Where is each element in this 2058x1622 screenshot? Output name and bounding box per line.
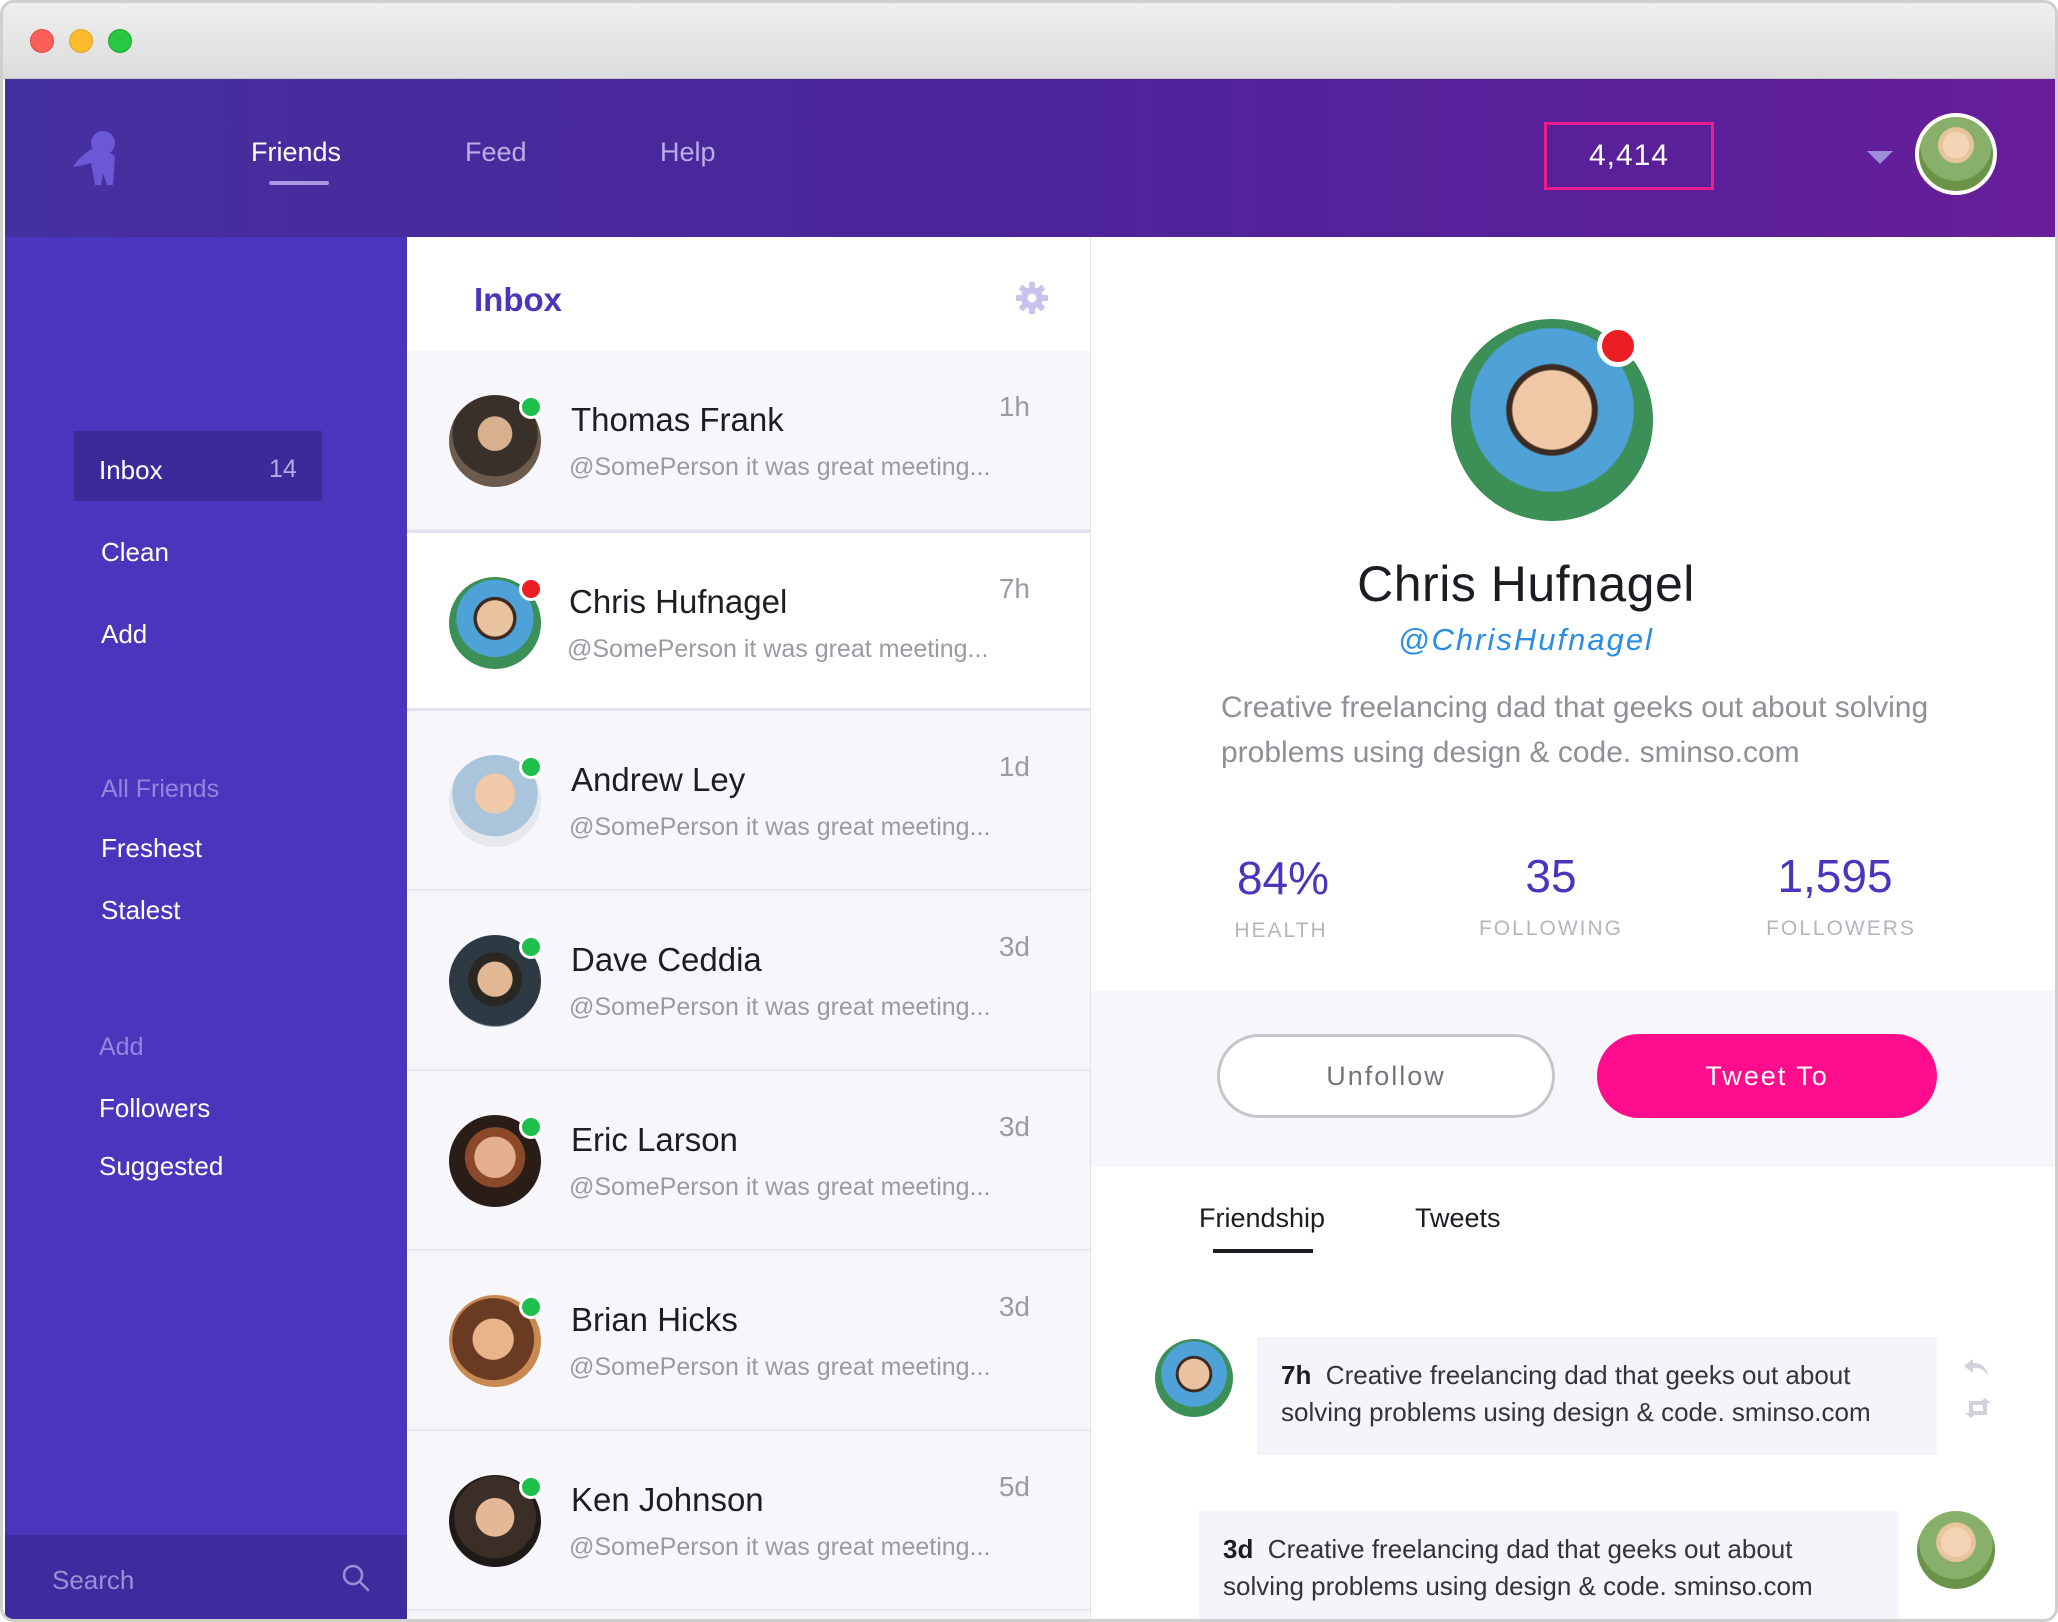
- tweet-to-button[interactable]: Tweet To: [1597, 1034, 1937, 1118]
- sidebar-item-followers[interactable]: Followers: [99, 1093, 210, 1124]
- message-time: 1d: [998, 751, 1030, 782]
- message-preview: @SomePerson it was great meeting...: [569, 1353, 991, 1381]
- feed-item: 3d Creative freelancing dad that geeks o…: [1199, 1511, 1899, 1619]
- feed-item-time: 7h: [1281, 1360, 1312, 1390]
- inbox-header: Inbox: [407, 237, 1090, 351]
- contact-name: Eric Larson: [571, 1121, 738, 1158]
- nav-friends[interactable]: Friends: [251, 137, 341, 168]
- online-status-dot: [519, 755, 543, 779]
- inbox-row-dave-ceddia[interactable]: Dave Ceddia @SomePerson it was great mee…: [407, 891, 1090, 1071]
- contact-name: Brian Hicks: [571, 1301, 738, 1338]
- inbox-row-ken-johnson[interactable]: Ken Johnson @SomePerson it was great mee…: [407, 1431, 1090, 1611]
- message-time: 7h: [998, 573, 1030, 604]
- message-time: 3d: [998, 1111, 1030, 1142]
- stat-following-value: 35: [1525, 850, 1577, 902]
- nav-active-indicator: [269, 181, 329, 185]
- chevron-down-icon[interactable]: [1867, 151, 1893, 164]
- stat-health-value: 84%: [1236, 852, 1330, 904]
- window-titlebar: [3, 3, 2055, 79]
- feed-item-time: 3d: [1223, 1534, 1254, 1564]
- profile-actions: Unfollow Tweet To: [1091, 991, 2055, 1167]
- zoom-window-button[interactable]: [108, 29, 132, 53]
- avatar: [1155, 1339, 1233, 1417]
- profile-panel: Chris Hufnagel @ChrisHufnagel Creative f…: [1091, 237, 2055, 1619]
- tab-friendship[interactable]: Friendship: [1199, 1203, 1325, 1234]
- message-preview: @SomePerson it was great meeting...: [569, 1173, 991, 1201]
- message-preview: @SomePerson it was great meeting...: [569, 993, 991, 1021]
- nav-help[interactable]: Help: [660, 137, 716, 168]
- message-preview: @SomePerson it was great meeting...: [567, 635, 989, 663]
- stat-followers-label: FOLLOWERS: [1766, 917, 1916, 940]
- app-window: Friends Feed Help 4,414 Inbox 14 Clean A…: [0, 0, 2058, 1622]
- contact-name: Dave Ceddia: [571, 941, 762, 978]
- profile-bio: Creative freelancing dad that geeks out …: [1221, 691, 1929, 769]
- stat-followers-value: 1,595: [1777, 850, 1893, 902]
- avatar: [1917, 1511, 1995, 1589]
- online-status-dot: [519, 1115, 543, 1139]
- stat-following-label: FOLLOWING: [1478, 917, 1623, 940]
- user-avatar[interactable]: [1915, 113, 1997, 195]
- gear-icon[interactable]: [1015, 281, 1049, 315]
- inbox-row-andrew-ley[interactable]: Andrew Ley @SomePerson it was great meet…: [407, 711, 1090, 891]
- sidebar-item-clean[interactable]: Clean: [101, 537, 169, 568]
- contact-name: Andrew Ley: [571, 761, 746, 798]
- inbox-count: 14: [269, 455, 297, 483]
- sidebar-item-freshest[interactable]: Freshest: [101, 833, 202, 864]
- close-window-button[interactable]: [30, 29, 54, 53]
- message-preview: @SomePerson it was great meeting...: [569, 813, 991, 841]
- mascot-logo-icon[interactable]: [71, 127, 131, 191]
- reply-icon[interactable]: [1961, 1357, 1991, 1379]
- stat-health-label: HEALTH: [1234, 919, 1328, 942]
- sidebar: Inbox 14 Clean Add All Friends Freshest …: [5, 237, 407, 1619]
- inbox-row-brian-hicks[interactable]: Brian Hicks @SomePerson it was great mee…: [407, 1251, 1090, 1431]
- inbox-row-chris-hufnagel[interactable]: Chris Hufnagel @SomePerson it was great …: [407, 531, 1090, 711]
- message-time: 3d: [998, 1291, 1030, 1322]
- online-status-dot: [519, 395, 543, 419]
- feed-item-text: Creative freelancing dad that geeks out …: [1223, 1534, 1813, 1601]
- contact-name: Ken Johnson: [571, 1481, 764, 1518]
- section-heading-add: Add: [99, 1033, 144, 1061]
- message-time: 1h: [998, 391, 1030, 422]
- contact-name: Thomas Frank: [571, 401, 784, 438]
- app-header: Friends Feed Help 4,414: [5, 79, 2055, 237]
- friend-count-badge: 4,414: [1544, 122, 1714, 190]
- active-tab-indicator: [1213, 1249, 1313, 1253]
- profile-name: Chris Hufnagel: [1357, 556, 1695, 612]
- message-preview: @SomePerson it was great meeting...: [569, 453, 991, 481]
- search-bar[interactable]: Search: [5, 1535, 407, 1619]
- sidebar-item-suggested[interactable]: Suggested: [99, 1151, 223, 1182]
- sidebar-item-add[interactable]: Add: [101, 619, 147, 650]
- retweet-icon[interactable]: [1963, 1397, 1993, 1419]
- tab-tweets[interactable]: Tweets: [1415, 1203, 1501, 1234]
- inbox-row-thomas-frank[interactable]: Thomas Frank @SomePerson it was great me…: [407, 351, 1090, 531]
- section-heading-all-friends: All Friends: [101, 775, 220, 803]
- search-icon[interactable]: [341, 1563, 371, 1593]
- message-time: 5d: [998, 1471, 1030, 1502]
- alert-status-dot: [519, 577, 543, 601]
- unfollow-button[interactable]: Unfollow: [1217, 1034, 1555, 1118]
- alert-status-dot: [1597, 325, 1639, 367]
- feed-item-text: Creative freelancing dad that geeks out …: [1281, 1360, 1871, 1427]
- online-status-dot: [519, 935, 543, 959]
- sidebar-item-stalest[interactable]: Stalest: [101, 895, 181, 926]
- online-status-dot: [519, 1475, 543, 1499]
- inbox-title: Inbox: [474, 281, 562, 318]
- message-preview: @SomePerson it was great meeting...: [569, 1533, 991, 1561]
- nav-feed[interactable]: Feed: [465, 137, 527, 168]
- search-input[interactable]: Search: [52, 1565, 134, 1596]
- feed-item: 7h Creative freelancing dad that geeks o…: [1257, 1337, 1937, 1455]
- minimize-window-button[interactable]: [69, 29, 93, 53]
- sidebar-item-label[interactable]: Inbox: [99, 455, 163, 486]
- inbox-panel: Inbox Thomas Frank @SomePerson it was gr…: [407, 237, 1091, 1619]
- contact-name: Chris Hufnagel: [569, 583, 788, 620]
- inbox-row-eric-larson[interactable]: Eric Larson @SomePerson it was great mee…: [407, 1071, 1090, 1251]
- message-time: 3d: [998, 931, 1030, 962]
- profile-handle[interactable]: @ChrisHufnagel: [1091, 622, 1961, 658]
- online-status-dot: [519, 1295, 543, 1319]
